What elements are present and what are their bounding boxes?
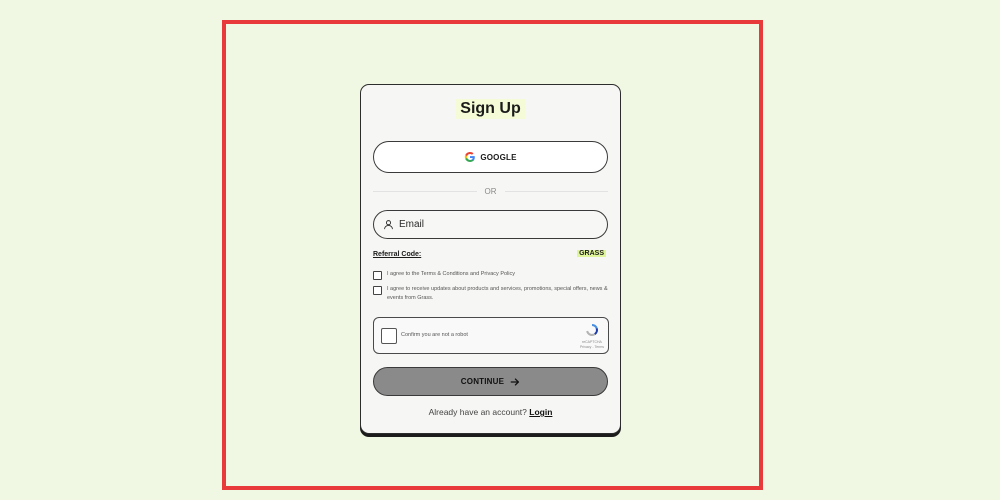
email-field[interactable]: Email [373,210,608,239]
google-g-icon [465,152,476,162]
divider-line-left [373,190,477,192]
or-divider: OR [373,183,608,199]
recaptcha-logo-icon [586,324,599,337]
arrow-right-icon [510,377,520,386]
referral-code-value: GRASS [577,250,606,257]
user-icon [384,220,393,230]
email-placeholder: Email [399,219,425,230]
or-text: OR [484,186,497,196]
page-title: Sign Up [456,99,525,119]
google-signup-button[interactable]: GOOGLE [373,141,608,173]
continue-button-label: CONTINUE [460,377,505,386]
terms-text: I agree to the Terms & Conditions and Pr… [387,271,515,277]
marketing-agreement-row: I agree to receive updates about product… [373,285,609,303]
referral-code-link[interactable]: Referral Code: [373,251,421,258]
marketing-text: I agree to receive updates about product… [387,286,608,301]
recaptcha-links[interactable]: Privacy - Terms [580,345,604,350]
marketing-checkbox[interactable] [373,286,382,295]
divider-line-right [504,190,608,192]
recaptcha-label: Confirm you are not a robot [401,332,468,338]
terms-checkbox[interactable] [373,271,382,280]
login-link[interactable]: Login [529,407,552,417]
terms-agreement-row: I agree to the Terms & Conditions and Pr… [373,270,609,280]
login-prompt-text: Already have an account? [428,407,527,417]
google-button-label: GOOGLE [480,152,517,162]
signup-card: Sign Up GOOGLE OR Email Referral Code: G… [360,84,621,434]
recaptcha-widget: Confirm you are not a robot reCAPTCHA Pr… [373,317,609,354]
continue-button[interactable]: CONTINUE [373,367,608,396]
login-prompt: Already have an account? Login [361,407,620,417]
recaptcha-checkbox[interactable] [381,328,397,344]
